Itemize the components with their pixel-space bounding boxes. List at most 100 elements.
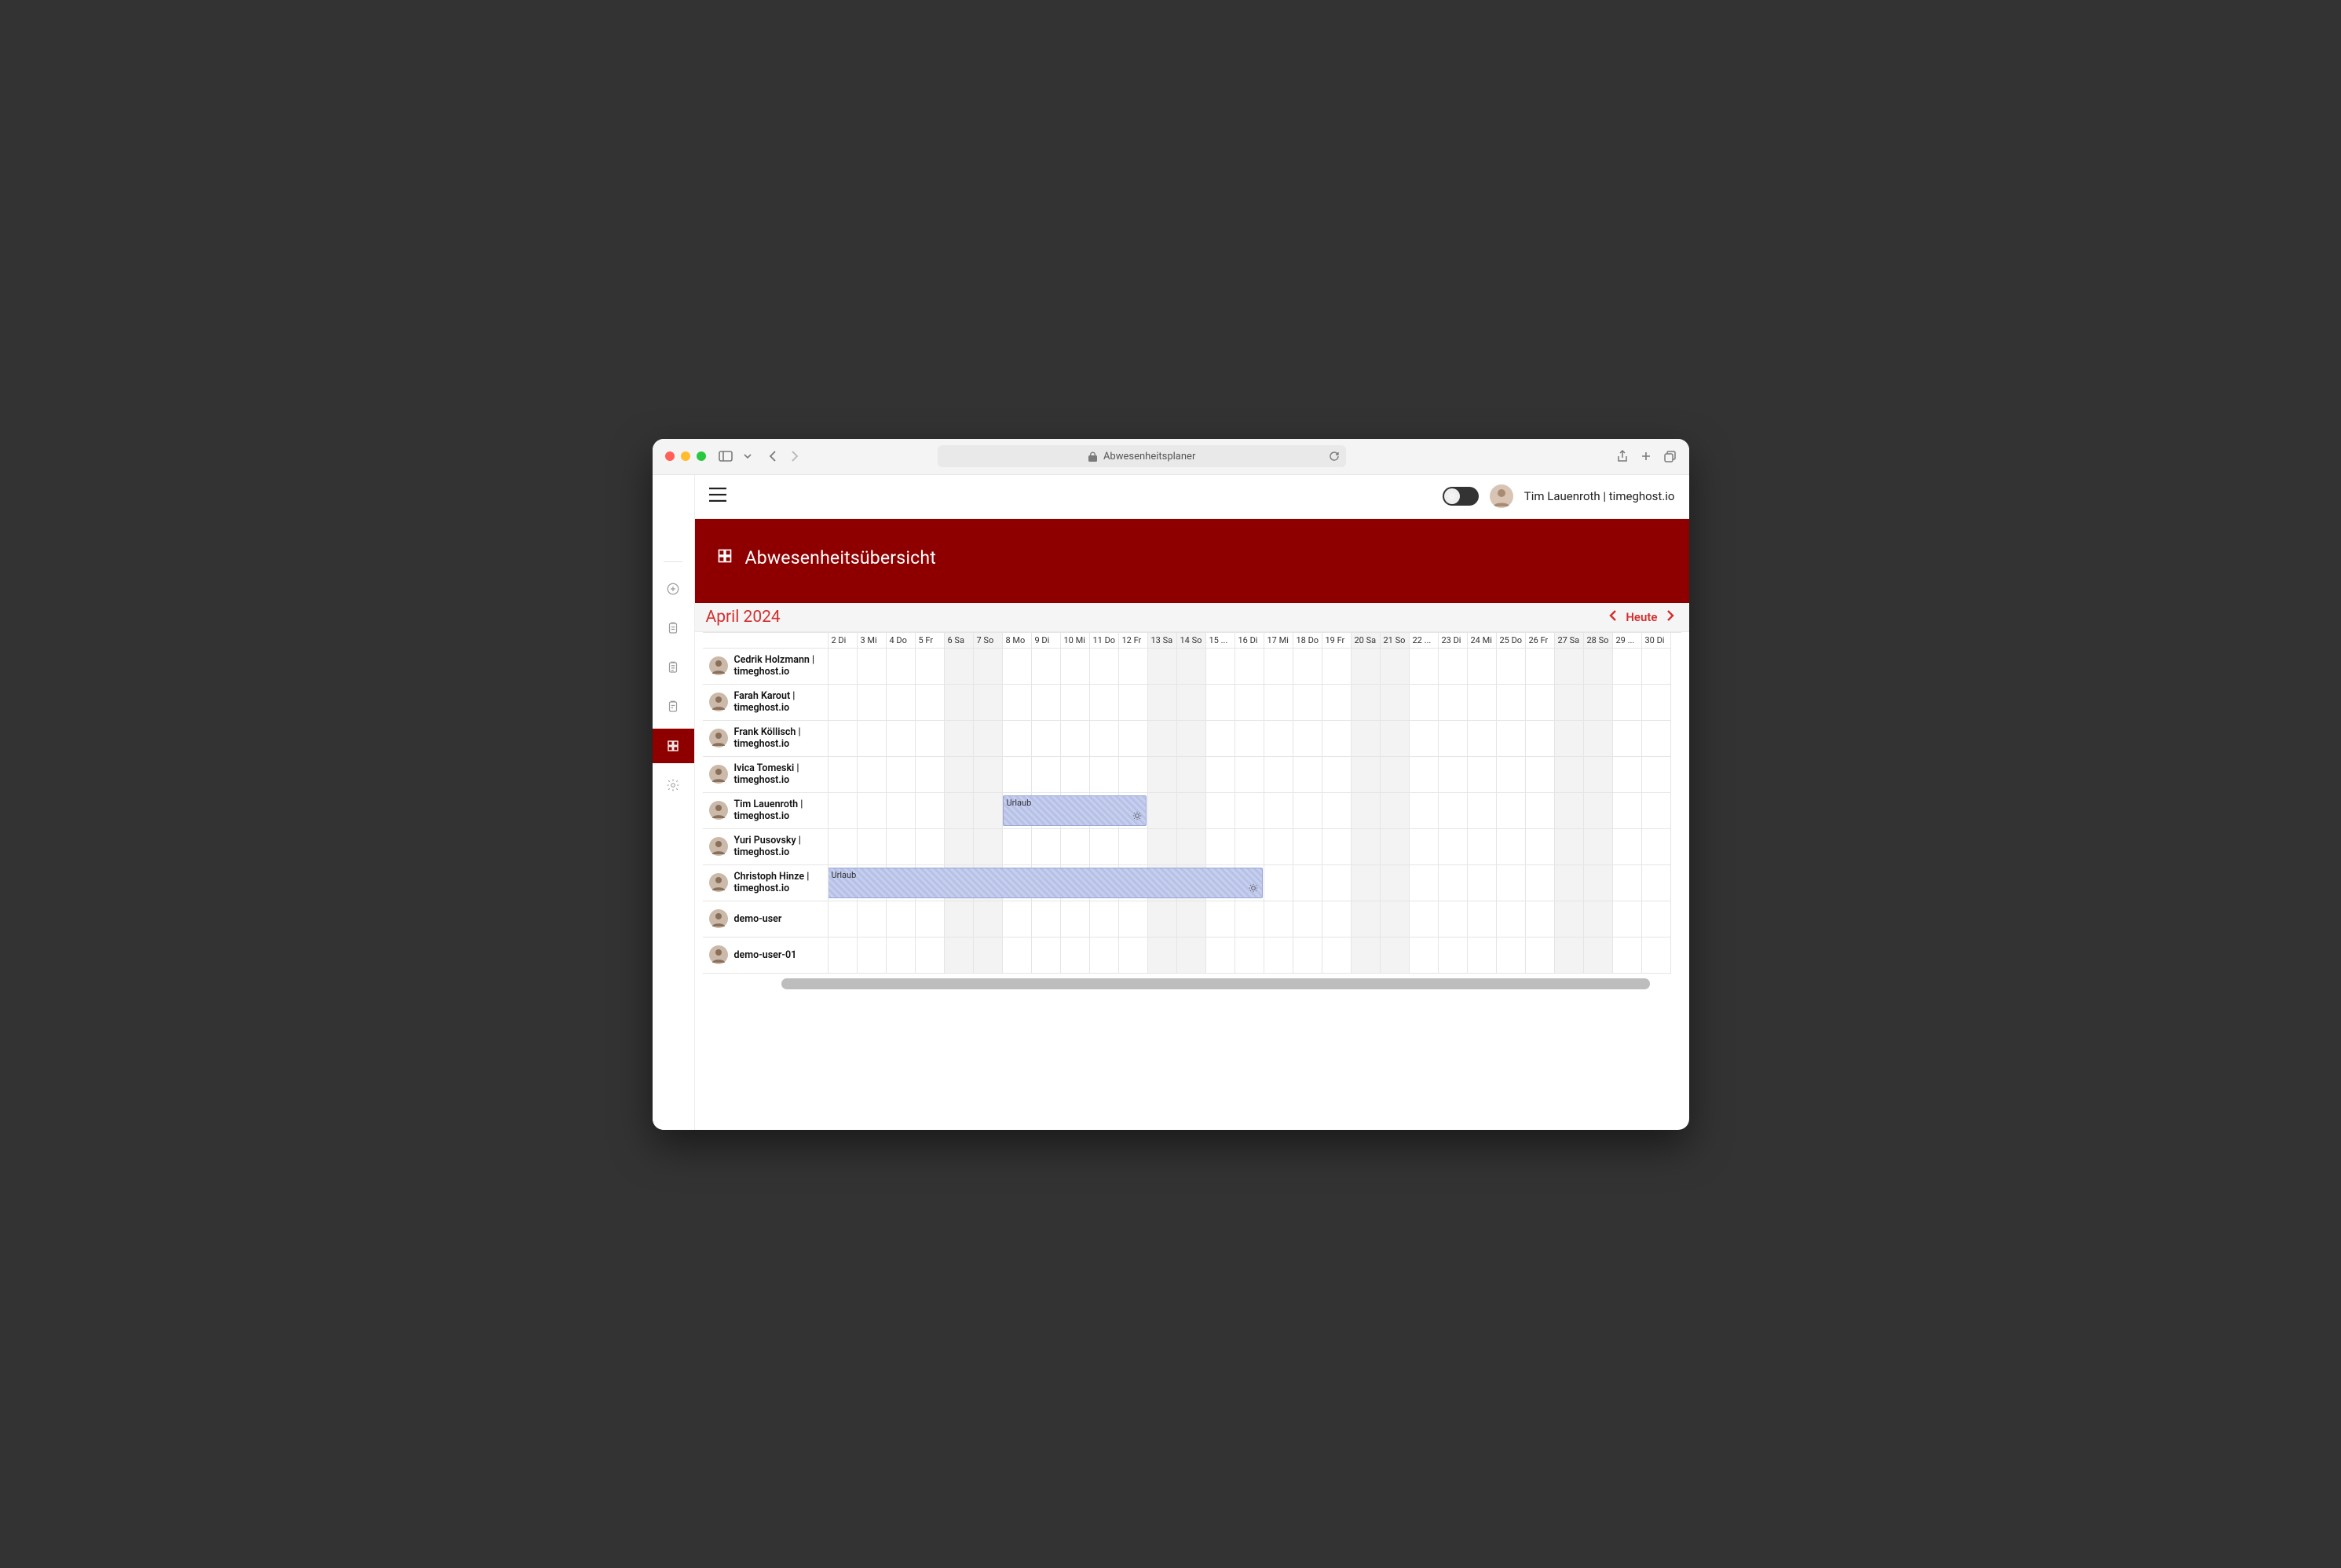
- calendar-cell[interactable]: [858, 685, 887, 721]
- calendar-cell[interactable]: [887, 757, 916, 793]
- calendar-cell[interactable]: [1584, 793, 1613, 829]
- calendar-cell[interactable]: [1119, 685, 1148, 721]
- calendar-cell[interactable]: [858, 793, 887, 829]
- calendar-cell[interactable]: [828, 649, 858, 685]
- rail-clipboard-1[interactable]: [653, 611, 695, 645]
- calendar-cell[interactable]: [1526, 865, 1555, 901]
- calendar-cell[interactable]: [1293, 721, 1322, 757]
- calendar-cell[interactable]: [1119, 757, 1148, 793]
- calendar-cell[interactable]: [1439, 757, 1468, 793]
- calendar-cell[interactable]: [1555, 829, 1584, 865]
- calendar-cell[interactable]: [1322, 901, 1352, 938]
- employee-row-label[interactable]: demo-user-01: [703, 938, 828, 974]
- calendar-cell[interactable]: [1264, 865, 1293, 901]
- calendar-cell[interactable]: [1352, 938, 1381, 974]
- horizontal-scrollbar-thumb[interactable]: [781, 978, 1650, 989]
- calendar-cell[interactable]: [1642, 901, 1671, 938]
- calendar-cell[interactable]: [1642, 793, 1671, 829]
- calendar-cell[interactable]: [1526, 938, 1555, 974]
- calendar-cell[interactable]: [1119, 938, 1148, 974]
- calendar-cell[interactable]: [1642, 649, 1671, 685]
- calendar-cell[interactable]: [1119, 901, 1148, 938]
- calendar-cell[interactable]: [1584, 938, 1613, 974]
- day-header[interactable]: 4 Do: [887, 633, 916, 649]
- day-header[interactable]: 11 Do: [1090, 633, 1119, 649]
- day-header[interactable]: 25 Do: [1497, 633, 1526, 649]
- day-header[interactable]: 26 Fr: [1526, 633, 1555, 649]
- calendar-cell[interactable]: [1061, 938, 1090, 974]
- calendar-cell[interactable]: [1235, 757, 1264, 793]
- calendar-cell[interactable]: [1322, 757, 1352, 793]
- calendar-cell[interactable]: [1613, 757, 1642, 793]
- calendar-cell[interactable]: [1555, 685, 1584, 721]
- calendar-cell[interactable]: [945, 901, 974, 938]
- calendar-cell[interactable]: [1526, 829, 1555, 865]
- calendar-cell[interactable]: [1148, 757, 1177, 793]
- refresh-icon[interactable]: [1329, 451, 1340, 462]
- calendar-cell[interactable]: [887, 829, 916, 865]
- calendar-cell[interactable]: [1410, 829, 1439, 865]
- calendar-cell[interactable]: [1410, 865, 1439, 901]
- calendar-cell[interactable]: [828, 721, 858, 757]
- calendar-cell[interactable]: [1322, 685, 1352, 721]
- calendar-cell[interactable]: [1264, 793, 1293, 829]
- forward-button[interactable]: [789, 451, 799, 462]
- calendar-cell[interactable]: [1177, 829, 1206, 865]
- calendar-cell[interactable]: [1148, 685, 1177, 721]
- calendar-cell[interactable]: [1148, 829, 1177, 865]
- calendar-cell[interactable]: [1526, 721, 1555, 757]
- calendar-cell[interactable]: [1439, 721, 1468, 757]
- calendar-cell[interactable]: [828, 938, 858, 974]
- calendar-cell[interactable]: [1090, 649, 1119, 685]
- calendar-cell[interactable]: [1293, 938, 1322, 974]
- calendar-cell[interactable]: [1090, 938, 1119, 974]
- calendar-cell[interactable]: [1642, 829, 1671, 865]
- theme-toggle[interactable]: [1443, 487, 1479, 506]
- calendar-cell[interactable]: [1119, 649, 1148, 685]
- calendar-cell[interactable]: [1322, 829, 1352, 865]
- calendar-cell[interactable]: [1497, 649, 1526, 685]
- calendar-cell[interactable]: [1032, 901, 1061, 938]
- calendar-cell[interactable]: [1264, 685, 1293, 721]
- calendar-cell[interactable]: [1613, 649, 1642, 685]
- calendar-cell[interactable]: [887, 901, 916, 938]
- calendar-cell[interactable]: Urlaub: [828, 865, 858, 901]
- calendar-cell[interactable]: [1177, 649, 1206, 685]
- calendar-cell[interactable]: [1293, 757, 1322, 793]
- calendar-cell[interactable]: [1148, 793, 1177, 829]
- calendar-cell[interactable]: [1584, 649, 1613, 685]
- calendar-cell[interactable]: [1381, 793, 1410, 829]
- calendar-cell[interactable]: [1322, 721, 1352, 757]
- calendar-cell[interactable]: [974, 757, 1003, 793]
- calendar-cell[interactable]: [945, 829, 974, 865]
- calendar-cell[interactable]: [1206, 901, 1235, 938]
- minimize-window-button[interactable]: [681, 451, 690, 461]
- calendar-cell[interactable]: [1497, 938, 1526, 974]
- calendar-cell[interactable]: [1352, 793, 1381, 829]
- calendar-cell[interactable]: [916, 721, 945, 757]
- calendar-cell[interactable]: [1497, 901, 1526, 938]
- calendar-cell[interactable]: [945, 938, 974, 974]
- calendar-cell[interactable]: [1352, 649, 1381, 685]
- calendar-cell[interactable]: [1061, 721, 1090, 757]
- calendar-cell[interactable]: [1003, 649, 1032, 685]
- calendar-cell[interactable]: [916, 938, 945, 974]
- day-header[interactable]: 21 So: [1381, 633, 1410, 649]
- calendar-cell[interactable]: [1468, 757, 1497, 793]
- day-header[interactable]: 7 So: [974, 633, 1003, 649]
- calendar-cell[interactable]: [945, 649, 974, 685]
- calendar-cell[interactable]: [1642, 721, 1671, 757]
- calendar-cell[interactable]: [1468, 829, 1497, 865]
- calendar-cell[interactable]: [1235, 685, 1264, 721]
- day-header[interactable]: 13 Sa: [1148, 633, 1177, 649]
- calendar-cell[interactable]: [1206, 757, 1235, 793]
- calendar-cell[interactable]: [1264, 938, 1293, 974]
- horizontal-scrollbar-track[interactable]: [781, 978, 1650, 989]
- share-icon[interactable]: [1617, 450, 1628, 462]
- employee-row-label[interactable]: Farah Karout | timeghost.io: [703, 685, 828, 721]
- calendar-cell[interactable]: [1003, 938, 1032, 974]
- calendar-cell[interactable]: [1555, 938, 1584, 974]
- calendar-cell[interactable]: [945, 721, 974, 757]
- calendar-cell[interactable]: [1468, 938, 1497, 974]
- calendar-cell[interactable]: [1410, 721, 1439, 757]
